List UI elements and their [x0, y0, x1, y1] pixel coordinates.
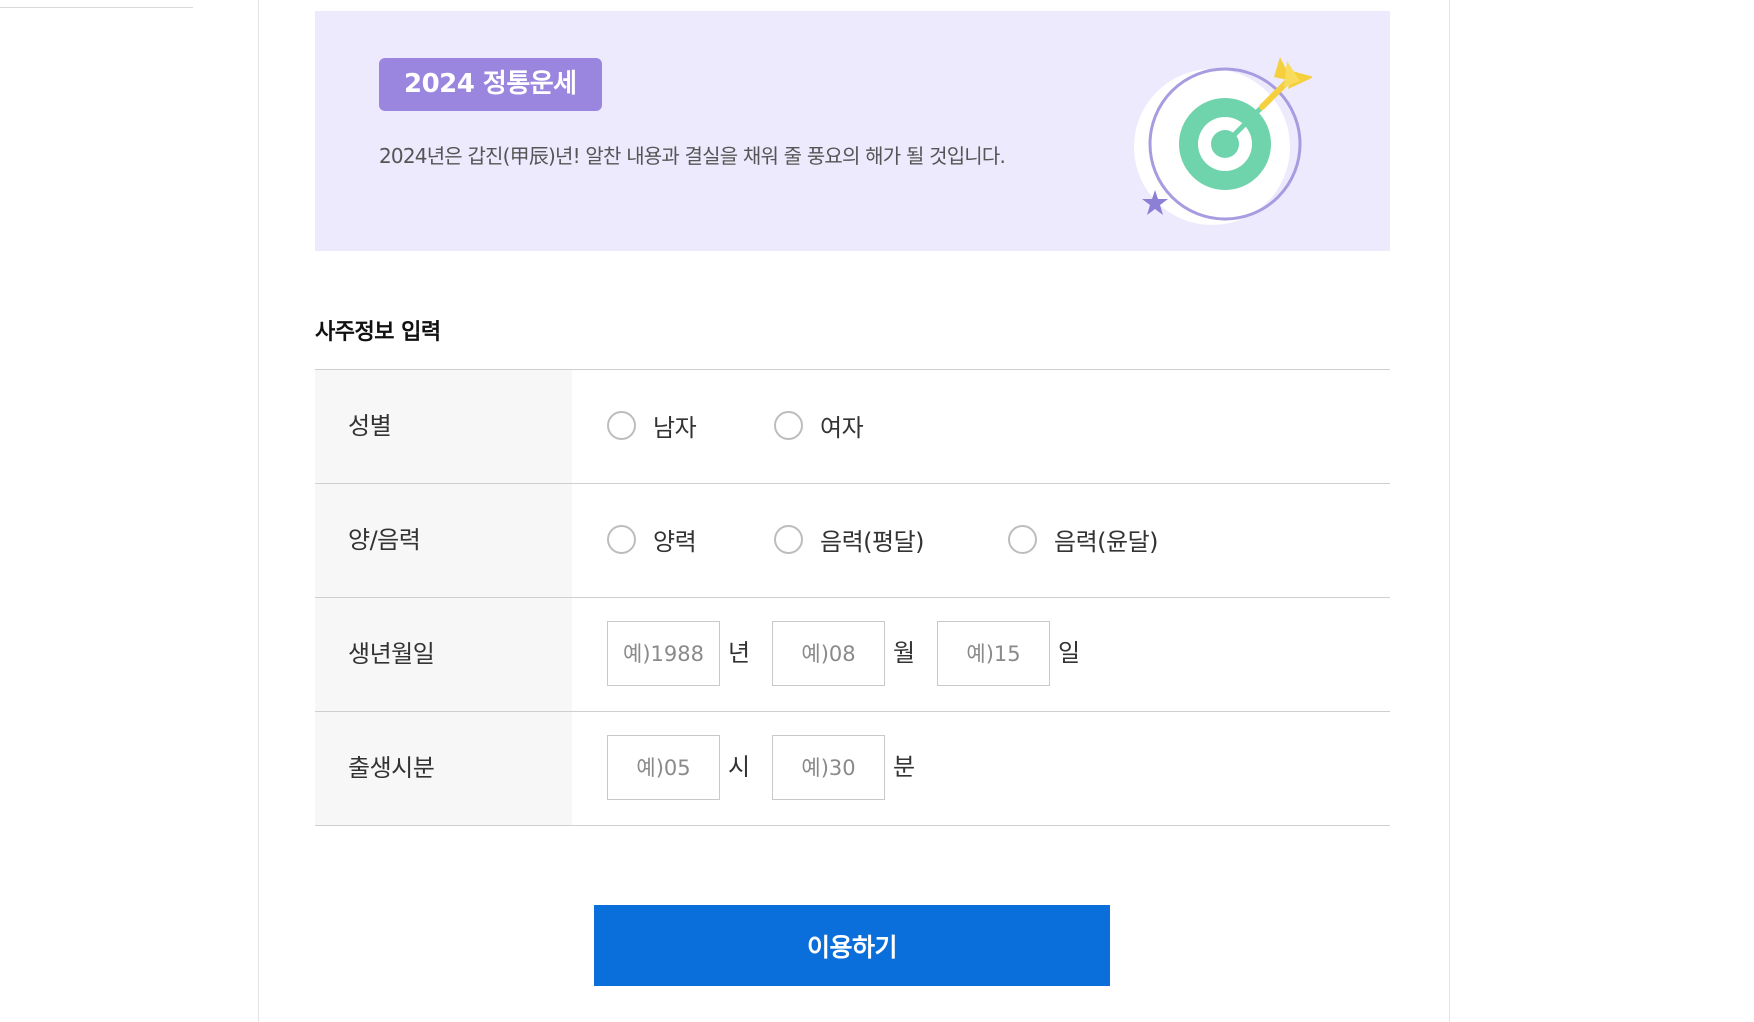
- target-arrow-icon: [1134, 57, 1312, 225]
- gender-female-label: 여자: [820, 414, 864, 442]
- radio-circle-icon[interactable]: [774, 411, 803, 440]
- radio-circle-icon[interactable]: [607, 411, 636, 440]
- birth-year-input[interactable]: [607, 621, 720, 686]
- saju-form: 성별 남자 여자 양/음력 양력 음력(평달) 음력(윤달) 생년월일 예)19…: [315, 369, 1390, 826]
- calendar-solar-radio[interactable]: 양력: [607, 522, 697, 557]
- birth-month-input[interactable]: [772, 621, 885, 686]
- calendar-lunar-leap-label: 음력(윤달): [1054, 528, 1159, 556]
- calendar-row: 양/음력 양력 음력(평달) 음력(윤달): [315, 484, 1390, 598]
- gender-row: 성별 남자 여자: [315, 370, 1390, 484]
- birth-minute-input[interactable]: [772, 735, 885, 800]
- content-right-border: [1449, 0, 1450, 1022]
- calendar-label: 양/음력: [315, 484, 572, 597]
- year-unit: 년: [728, 639, 751, 667]
- calendar-lunar-leap-radio[interactable]: 음력(윤달): [1008, 522, 1159, 557]
- calendar-lunar-normal-radio[interactable]: 음력(평달): [774, 522, 925, 557]
- radio-circle-icon[interactable]: [1008, 525, 1037, 554]
- birthtime-row: 출생시분 시 분: [315, 712, 1390, 826]
- birthdate-label: 생년월일: [315, 598, 572, 711]
- fortune-banner: 2024 정통운세 2024년은 갑진(甲辰)년! 알찬 내용과 결실을 채워 …: [315, 11, 1390, 251]
- birthtime-label: 출생시분: [315, 712, 572, 825]
- content-left-border: [258, 0, 259, 1022]
- birth-day-input[interactable]: [937, 621, 1050, 686]
- banner-description: 2024년은 갑진(甲辰)년! 알찬 내용과 결실을 채워 줄 풍요의 해가 될…: [379, 144, 1006, 168]
- hour-unit: 시: [728, 753, 751, 781]
- birth-hour-input[interactable]: [607, 735, 720, 800]
- calendar-lunar-normal-label: 음력(평달): [820, 528, 925, 556]
- radio-circle-icon[interactable]: [774, 525, 803, 554]
- gender-male-label: 남자: [653, 414, 697, 442]
- left-divider: [0, 7, 193, 8]
- gender-label: 성별: [315, 370, 572, 483]
- calendar-solar-label: 양력: [653, 528, 697, 556]
- month-unit: 월: [893, 639, 916, 667]
- submit-button[interactable]: 이용하기: [594, 905, 1110, 986]
- minute-unit: 분: [893, 753, 916, 781]
- gender-female-radio[interactable]: 여자: [774, 408, 864, 443]
- section-title: 사주정보 입력: [315, 320, 441, 345]
- day-unit: 일: [1058, 639, 1081, 667]
- radio-circle-icon[interactable]: [607, 525, 636, 554]
- gender-male-radio[interactable]: 남자: [607, 408, 697, 443]
- birthdate-row: 생년월일 년 월 일: [315, 598, 1390, 712]
- banner-badge: 2024 정통운세: [379, 58, 602, 111]
